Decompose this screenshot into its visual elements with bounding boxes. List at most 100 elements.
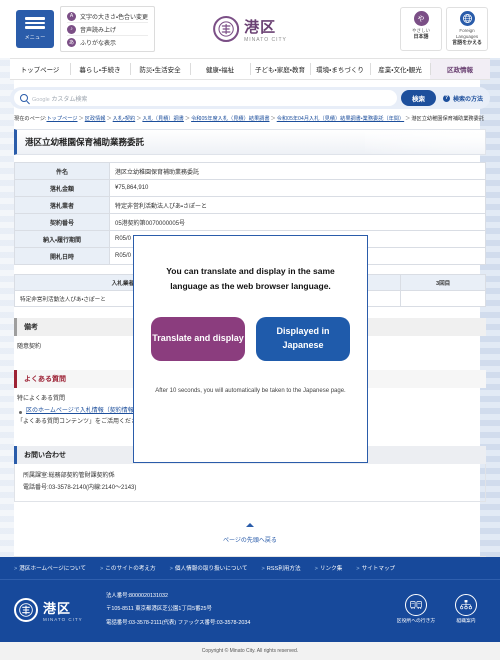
contact-phone: 電話番号:03-3578-2140(内線:2140〜2143) (23, 485, 137, 492)
breadcrumb-item-2[interactable]: 入札・契約 (113, 116, 136, 122)
footer-directions-link[interactable]: 区役所への行き方 (396, 594, 436, 626)
chevron-right-icon: > (314, 565, 318, 572)
footer-link-label-2: 個人情報の取り扱いについて (174, 565, 248, 572)
footer-address-block: 法人番号:8000020131032 〒105-8511 東京都港区芝公園1丁目… (100, 590, 396, 631)
breadcrumb: 現在のページ:トップページ＞区政情報＞入札・契約＞入札（見積）調書＞令和05年度… (14, 115, 486, 123)
contact-box: 所属課室:総務部契約管財課契約係 電話番号:03-3578-2140(内線:21… (14, 463, 486, 502)
accessibility-item-furigana[interactable]: あ ふりがな表示 (67, 35, 149, 48)
header-language-tools: や やさしい 日本語 Foreign Languages 言語をかえる (400, 7, 492, 51)
table-row: 契約番号 05港契約第0070000005号 (14, 213, 486, 232)
footer-link-links[interactable]: > リンク集 (315, 564, 343, 572)
site-logo-name: 港区 (244, 18, 277, 36)
copyright: Copyright © Minato City. All rights rese… (0, 642, 500, 661)
accessibility-label-furigana: ふりがな表示 (80, 40, 117, 47)
footer-link-rss[interactable]: > RSS利用方法 (261, 564, 300, 572)
bid-cell-round3 (400, 290, 486, 308)
table-row: 件名 港区立幼稚園保育補助業務委託 (14, 162, 486, 181)
detail-label-5: 開札日時 (14, 247, 110, 266)
search-placeholder-text: カスタム検索 (51, 96, 88, 103)
nav-item-environment[interactable]: 環境・まちづくり (310, 59, 370, 79)
breadcrumb-item-6: 港区立幼稚園保育補助業務委託 (411, 116, 484, 122)
modal-message: You can translate and display in the sam… (166, 266, 335, 291)
translate-and-display-button[interactable]: Translate and display (151, 316, 245, 361)
accessibility-item-text-size[interactable]: A 文字の大きさ・色合い変更 (67, 10, 148, 22)
chevron-right-icon: > (261, 565, 265, 572)
footer-organization-label: 組織案内 (456, 619, 476, 625)
back-to-top-label: ページの先頭へ戻る (223, 537, 277, 544)
breadcrumb-item-5[interactable]: 令和05年04月入札（見積）結果調書・業務委託（年間） (277, 116, 404, 122)
breadcrumb-sep-0: ＞ (78, 116, 84, 122)
footer-link-label-3: RSS利用方法 (266, 565, 301, 572)
breadcrumb-sep-2: ＞ (136, 116, 142, 122)
chevron-right-icon: > (14, 565, 18, 572)
breadcrumb-sep-3: ＞ (184, 116, 191, 122)
furigana-icon: あ (67, 37, 76, 47)
footer-directions-label: 区役所への行き方 (396, 619, 436, 625)
breadcrumb-prefix: 現在のページ: (14, 116, 47, 122)
menu-button[interactable]: メニュー (16, 10, 54, 48)
displayed-in-japanese-button[interactable]: Displayed in Japanese (256, 316, 350, 361)
menu-button-label: メニュー (24, 34, 46, 41)
chevron-right-icon: > (356, 565, 360, 572)
speaker-icon: ♪ (67, 24, 76, 34)
footer-link-label-0: 港区ホームページについて (19, 565, 86, 572)
footer-logo[interactable]: 港区 MINATO CITY (14, 598, 100, 623)
org-chart-icon (455, 594, 477, 617)
search-placeholder-brand: Google (32, 96, 50, 103)
footer-corporate-number: 法人番号:8000020131032 (106, 592, 169, 599)
footer-link-policy[interactable]: > このサイトの考え方 (100, 564, 156, 572)
easy-japanese-button[interactable]: や やさしい 日本語 (400, 7, 442, 51)
footer-organization-link[interactable]: 組織案内 (446, 594, 486, 626)
breadcrumb-item-0[interactable]: トップページ (46, 116, 77, 122)
footer-main: 港区 MINATO CITY 法人番号:8000020131032 〒105-8… (0, 578, 500, 643)
foreign-languages-line1: Foreign Languages (455, 28, 479, 40)
footer-link-label-4: リンク集 (319, 565, 343, 572)
search-how-to-link[interactable]: ? 検索の方法 (442, 94, 483, 103)
easy-japanese-line2: 日本語 (413, 34, 429, 41)
breadcrumb-sep-4: ＞ (270, 116, 276, 122)
accessibility-label-speech: 音声読み上げ (80, 27, 117, 34)
modal-buttons: Translate and display Displayed in Japan… (151, 316, 350, 361)
foreign-languages-line2: 言語をかえる (452, 40, 482, 47)
chevron-right-icon: > (169, 565, 173, 572)
breadcrumb-item-1[interactable]: 区政情報 (85, 116, 106, 122)
footer-link-about[interactable]: > 港区ホームページについて (14, 564, 86, 572)
modal-note: After 10 seconds, you will automatically… (155, 387, 346, 394)
menu-bar-2 (25, 21, 45, 25)
search-icon (20, 94, 28, 102)
question-icon: ? (442, 94, 450, 102)
minato-crest-icon (14, 598, 38, 623)
breadcrumb-item-3[interactable]: 入札（見積）調書 (142, 116, 184, 122)
accessibility-tools: A 文字の大きさ・色合い変更 ♪ 音声読み上げ あ ふりがな表示 (60, 6, 156, 52)
footer-link-privacy[interactable]: > 個人情報の取り扱いについて (170, 564, 248, 572)
nav-item-health[interactable]: 健康・福祉 (190, 59, 250, 79)
breadcrumb-item-4[interactable]: 令和05年度入札（見積）結果調書 (191, 116, 269, 122)
nav-item-disaster[interactable]: 防災・生活安全 (130, 59, 190, 79)
site-logo[interactable]: 港区 MINATO CITY (213, 16, 287, 43)
accessibility-label-text-size: 文字の大きさ・色合い変更 (80, 14, 149, 21)
nav-item-living[interactable]: 暮らし・手続き (70, 59, 130, 79)
search-button[interactable]: 検索 (400, 90, 436, 106)
table-row: 落札業者 特定非営利活動法人ぴあ・さぽーと (14, 196, 486, 215)
menu-bar-3 (25, 26, 45, 29)
nav-item-children[interactable]: 子ども・家庭・教育 (250, 59, 310, 79)
accessibility-item-speech[interactable]: ♪ 音声読み上げ (67, 22, 149, 35)
detail-value-0: 港区立幼稚園保育補助業務委託 (109, 162, 486, 181)
search-input[interactable]: Google カスタム検索 (14, 90, 397, 106)
detail-value-1: ¥75,864,910 (109, 179, 486, 198)
chevron-right-icon: > (99, 565, 104, 572)
nav-item-industry[interactable]: 産業・文化・観光 (370, 59, 430, 79)
footer-link-label-5: サイトマップ (361, 565, 396, 572)
nav-item-city-government[interactable]: 区政情報 (430, 59, 490, 79)
minato-crest-icon (213, 16, 240, 42)
menu-bar-1 (25, 17, 45, 20)
footer-icon-links: 区役所への行き方 組織案内 (396, 594, 486, 626)
footer-link-label-1: このサイトの考え方 (105, 565, 156, 572)
footer-logo-name: 港区 (43, 601, 72, 617)
back-to-top[interactable]: ページの先頭へ戻る (14, 516, 486, 557)
nav-item-top[interactable]: トップページ (10, 59, 70, 79)
search-placeholder: Google カスタム検索 (32, 94, 87, 103)
foreign-languages-button[interactable]: Foreign Languages 言語をかえる (446, 7, 488, 51)
footer-link-sitemap[interactable]: > サイトマップ (356, 564, 395, 572)
bus-icon (405, 594, 427, 617)
